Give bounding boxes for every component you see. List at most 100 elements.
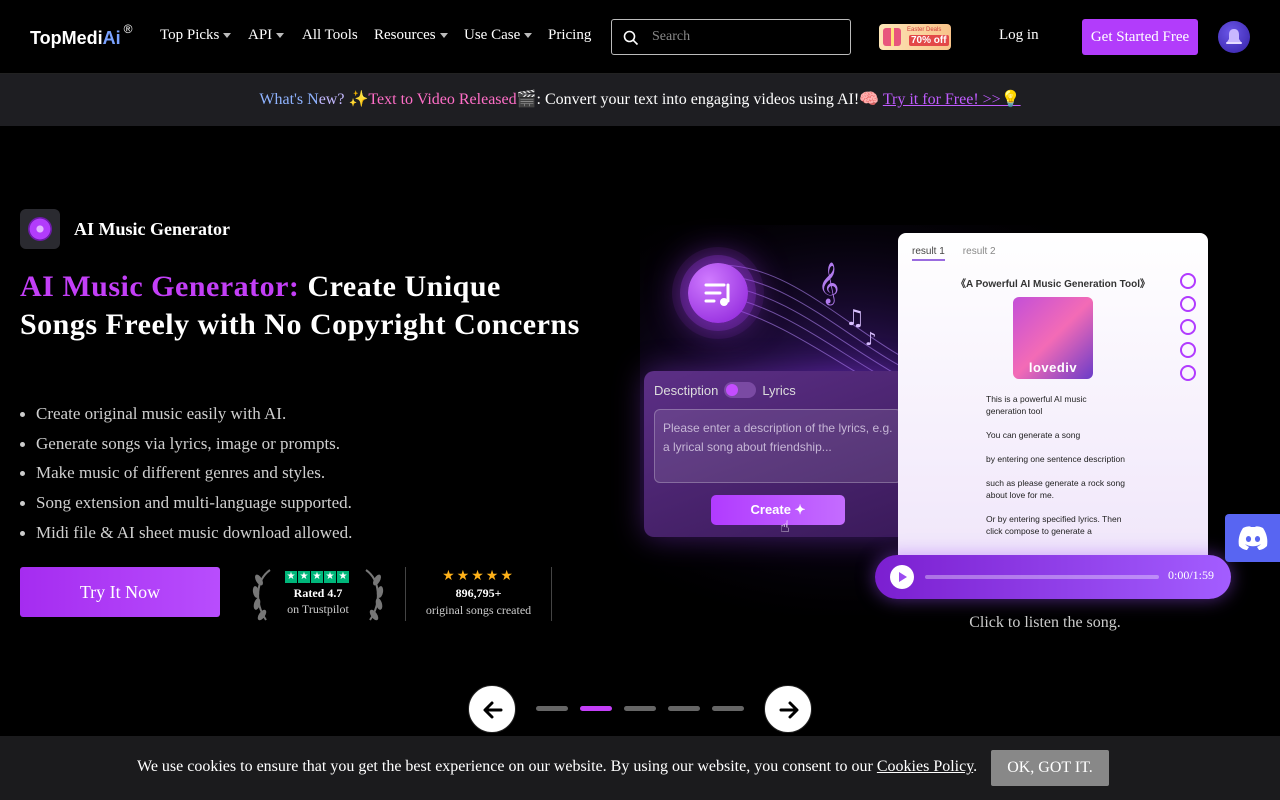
- search-icon[interactable]: [623, 30, 639, 46]
- tab-result-1: result 1: [912, 246, 945, 261]
- mode-toggle: [724, 382, 757, 398]
- topmediai-logo[interactable]: TopMediAi ®: [30, 22, 133, 49]
- nav-resources-label: Resources: [374, 27, 436, 43]
- svg-text:♫: ♫: [845, 306, 865, 331]
- logo-ai-text: Ai: [102, 28, 121, 48]
- lyric-line: You can generate a song: [986, 430, 1081, 440]
- search-box: [611, 19, 851, 55]
- tab-lyrics: Lyrics: [762, 382, 796, 398]
- nav-all-tools-label: All Tools: [302, 27, 358, 43]
- extend-icon: [1180, 365, 1196, 381]
- feature-item: Song extension and multi-language suppor…: [20, 491, 352, 521]
- nav-top-picks-label: Top Picks: [160, 27, 220, 43]
- discord-icon: [1238, 526, 1268, 550]
- description-input-card: Desctiption Lyrics Please enter a descrip…: [644, 371, 912, 537]
- nav-all-tools[interactable]: All Tools: [302, 27, 358, 44]
- nav-resources[interactable]: Resources: [374, 27, 448, 44]
- promo-discount-text: 70% off: [909, 35, 949, 46]
- easter-deal-promo[interactable]: Easter Deals 70% off: [879, 24, 951, 50]
- lyric-line: such as please generate a rock song abou…: [986, 478, 1125, 500]
- nav-api[interactable]: API: [248, 27, 285, 44]
- carousel-prev-button[interactable]: [468, 685, 516, 733]
- logo-text: TopMedi: [30, 28, 103, 48]
- create-button-graphic: Create ✦: [711, 495, 845, 525]
- search-input[interactable]: [652, 25, 842, 49]
- copy-icon: [1180, 319, 1196, 335]
- product-badge-label: AI Music Generator: [74, 218, 230, 239]
- clock-icon: [1180, 342, 1196, 358]
- discord-button[interactable]: [1225, 514, 1280, 562]
- svg-text:♪: ♪: [865, 329, 877, 350]
- banner-whats-new-b: ew?: [318, 91, 349, 108]
- nav-pricing-label: Pricing: [548, 27, 592, 43]
- song-title: 《A Powerful AI Music Generation Tool》: [955, 279, 1151, 290]
- playback-time: 0:00/1:59: [1168, 568, 1215, 582]
- banner-try-free-link[interactable]: Try it for Free! >>💡: [883, 91, 1021, 108]
- carousel-dot[interactable]: [536, 706, 568, 711]
- page-title: AI Music Generator: Create Unique Songs …: [20, 268, 580, 344]
- banner-description: 🎬: Convert your text into engaging video…: [516, 91, 883, 108]
- song-cover-image: lovediv: [1013, 297, 1093, 379]
- action-icons: [1180, 273, 1196, 388]
- songs-created-stat: ★★★★★ 896,795+ original songs created: [406, 566, 551, 624]
- carousel-next-button[interactable]: [764, 685, 812, 733]
- promo-top-text: Easter Deals: [907, 27, 942, 33]
- top-nav: TopMediAi ® Top Picks API All Tools Resou…: [0, 0, 1280, 74]
- result-tabs: result 1 result 2: [912, 246, 996, 261]
- chevron-down-icon: [223, 33, 232, 39]
- mode-tabs: Desctiption Lyrics: [654, 382, 796, 398]
- lyric-line: Or by entering specified lyrics. Then cl…: [986, 514, 1122, 536]
- nav-pricing[interactable]: Pricing: [548, 27, 591, 44]
- listen-caption: Click to listen the song.: [969, 614, 1121, 631]
- cookie-accept-button[interactable]: OK, GOT IT.: [991, 750, 1109, 786]
- feature-item: Create original music easily with AI.: [20, 402, 352, 432]
- trustpilot-rating: ★ ★ ★ ★ ★ Rated 4.7 on Trustpilot: [250, 566, 386, 624]
- tab-description: Desctiption: [654, 382, 719, 398]
- carousel-dot[interactable]: [712, 706, 744, 711]
- audio-player: 0:00/1:59: [875, 555, 1231, 599]
- chevron-down-icon: [439, 33, 448, 39]
- cookies-policy-link[interactable]: Cookies Policy: [877, 758, 973, 775]
- cookie-end: .: [973, 758, 978, 775]
- share-icon: [1180, 296, 1196, 312]
- product-illustration: 𝄞 ♫ ♪ Desctiption Lyrics Please enter a d…: [640, 225, 1240, 615]
- carousel-dot[interactable]: [668, 706, 700, 711]
- cursor-hand-icon: ☝: [780, 517, 790, 536]
- feature-item: Generate songs via lyrics, image or prom…: [20, 432, 352, 462]
- cover-text: lovediv: [1028, 360, 1078, 375]
- result-preview-card: result 1 result 2 《A Powerful AI Music Ge…: [898, 233, 1208, 563]
- feature-item: Midi file & AI sheet music download allo…: [20, 521, 352, 551]
- try-it-now-button[interactable]: Try It Now: [20, 567, 220, 617]
- tab-result-2: result 2: [962, 246, 996, 257]
- lyric-line: by entering one sentence description: [986, 454, 1125, 464]
- play-icon[interactable]: [890, 565, 914, 589]
- music-list-icon: [688, 263, 748, 323]
- lyrics-text: This is a powerful AI music generation t…: [986, 393, 1126, 549]
- carousel-dot[interactable]: [624, 706, 656, 711]
- feature-list: Create original music easily with AI. Ge…: [20, 402, 352, 550]
- get-started-free-button[interactable]: Get Started Free: [1082, 19, 1198, 55]
- disc-graphic: [28, 217, 52, 241]
- chevron-down-icon: [524, 33, 533, 39]
- description-placeholder: Please enter a description of the lyrics…: [654, 409, 902, 483]
- product-badge: AI Music Generator: [20, 209, 230, 249]
- nav-top-picks[interactable]: Top Picks: [160, 27, 232, 44]
- carousel-dots: [536, 706, 756, 711]
- cookie-banner: We use cookies to ensure that you get th…: [0, 736, 1280, 800]
- svg-text:𝄞: 𝄞: [818, 262, 839, 305]
- rating-stars-icon: ★★★★★: [442, 568, 515, 584]
- notification-button[interactable]: [1218, 21, 1250, 53]
- music-disc-icon: [20, 209, 60, 249]
- login-link[interactable]: Log in: [999, 27, 1039, 44]
- chevron-down-icon: [276, 33, 285, 39]
- carousel-dot-active[interactable]: [580, 706, 612, 711]
- trustpilot-label: on Trustpilot: [287, 602, 349, 616]
- announcement-banner: What's New? ✨Text to Video Released🎬: Co…: [0, 74, 1280, 126]
- cookie-text: We use cookies to ensure that you get th…: [137, 758, 877, 775]
- registered-mark: ®: [123, 22, 133, 36]
- nav-use-case[interactable]: Use Case: [464, 27, 533, 44]
- nav-api-label: API: [248, 27, 273, 43]
- trustpilot-rated: Rated 4.7: [293, 586, 343, 600]
- songs-count: 896,795+: [455, 586, 502, 600]
- progress-track[interactable]: [925, 575, 1159, 579]
